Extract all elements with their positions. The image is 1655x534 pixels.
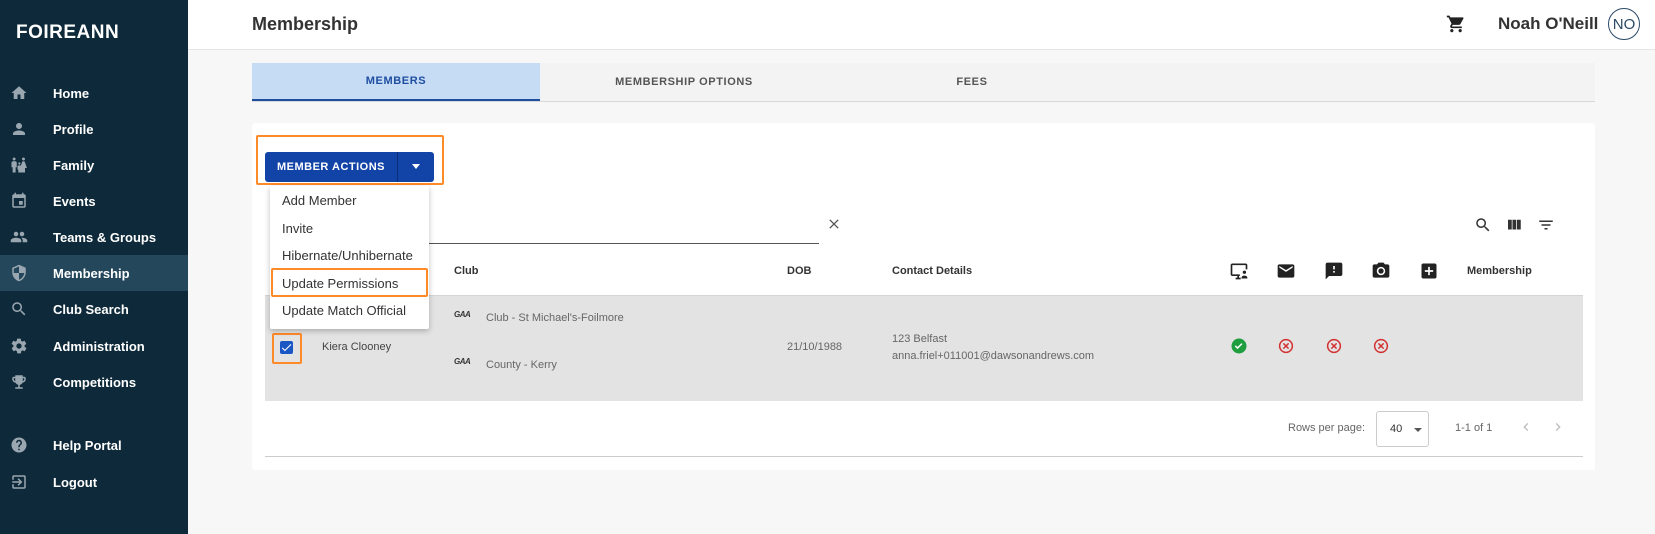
top-header: Membership Noah O'Neill NO [188, 0, 1655, 50]
county-name: County - Kerry [486, 359, 557, 371]
sidebar-item-teams-groups[interactable]: Teams & Groups [0, 219, 188, 255]
person-icon [13, 123, 25, 135]
trophy-icon [12, 375, 26, 389]
medical-icon [1421, 263, 1437, 279]
sidebar-item-label: Administration [53, 338, 145, 354]
check-circle-icon [1231, 338, 1247, 354]
sidebar-item-label: Events [53, 193, 96, 209]
app-logo: FOIREANN [16, 22, 120, 43]
check-icon [281, 344, 292, 352]
home-icon [11, 86, 27, 99]
help-icon [11, 437, 27, 453]
filter-icon[interactable] [1537, 216, 1555, 234]
rows-per-page-select[interactable]: 40 [1376, 411, 1429, 447]
tab-fees[interactable]: FEES [828, 63, 1116, 101]
sidebar-item-help-portal[interactable]: Help Portal [0, 427, 188, 463]
column-header-contact[interactable]: Contact Details [892, 265, 972, 277]
membership-tabs: MEMBERS MEMBERSHIP OPTIONS FEES [252, 63, 1595, 102]
divider [265, 456, 1583, 457]
page-title: Membership [252, 14, 359, 34]
family-icon [11, 157, 27, 173]
sidebar-item-label: Membership [53, 265, 130, 281]
sidebar-item-label: Home [53, 85, 90, 101]
user-name[interactable]: Noah O'Neill [1498, 14, 1598, 34]
cancel-circle-icon [1326, 338, 1342, 354]
column-header-dob[interactable]: DOB [787, 265, 811, 277]
tab-membership-options[interactable]: MEMBERSHIP OPTIONS [540, 63, 828, 101]
sidebar-item-logout[interactable]: Logout [0, 464, 188, 500]
sidebar-item-label: Help Portal [53, 437, 122, 453]
menu-item-invite[interactable]: Invite [282, 221, 313, 236]
member-dob: 21/10/1988 [787, 341, 843, 353]
member-name[interactable]: Kiera Clooney [322, 341, 391, 353]
member-actions-dropdown-toggle[interactable] [398, 152, 434, 182]
row-checkbox[interactable] [280, 341, 293, 354]
rows-per-page-label: Rows per page: [1288, 422, 1366, 434]
close-icon[interactable] [826, 216, 842, 232]
mail-icon [1277, 264, 1295, 278]
logout-icon [12, 475, 26, 489]
chevron-down-icon [1414, 428, 1422, 432]
cancel-circle-icon [1373, 338, 1389, 354]
member-actions-menu: Add Member Invite Hibernate/Unhibernate … [270, 186, 429, 329]
chevron-left-icon[interactable] [1518, 419, 1534, 435]
sidebar-item-administration[interactable]: Administration [0, 328, 188, 364]
sidebar-item-club-search[interactable]: Club Search [0, 291, 188, 327]
alert-icon [1325, 262, 1343, 280]
columns-icon[interactable] [1505, 216, 1523, 234]
member-actions-button[interactable]: MEMBER ACTIONS [265, 152, 434, 182]
club-name: Club - St Michael's-Foilmore [486, 312, 624, 324]
sidebar-item-label: Profile [53, 121, 94, 137]
column-header-membership[interactable]: Membership [1467, 265, 1532, 277]
chevron-right-icon[interactable] [1550, 419, 1566, 435]
member-address: 123 Belfast [892, 333, 948, 345]
menu-item-hibernate[interactable]: Hibernate/Unhibernate [282, 248, 413, 263]
camera-icon [1372, 262, 1390, 278]
caret-down-icon [412, 164, 420, 169]
shield-icon [12, 264, 26, 282]
sidebar: FOIREANN Home Profile Family Events Team… [0, 0, 188, 534]
pagination-range: 1-1 of 1 [1455, 422, 1493, 434]
search-icon[interactable] [1474, 216, 1492, 234]
sidebar-item-home[interactable]: Home [0, 75, 188, 111]
sidebar-item-competitions[interactable]: Competitions [0, 364, 188, 400]
cancel-circle-icon [1278, 338, 1294, 354]
menu-item-update-match-official[interactable]: Update Match Official [282, 303, 406, 318]
sidebar-item-family[interactable]: Family [0, 147, 188, 183]
sidebar-item-membership[interactable]: Membership [0, 255, 188, 291]
gaa-logo: GAA [454, 357, 471, 366]
menu-item-add-member[interactable]: Add Member [282, 193, 356, 208]
search-input[interactable] [428, 205, 819, 244]
sidebar-item-profile[interactable]: Profile [0, 111, 188, 147]
calendar-icon [12, 192, 26, 208]
sidebar-item-label: Teams & Groups [53, 229, 157, 245]
column-header-club[interactable]: Club [454, 265, 478, 277]
gear-icon [11, 338, 27, 354]
cart-icon[interactable] [1446, 14, 1466, 34]
monitor-person-icon [1230, 263, 1248, 280]
sidebar-item-label: Family [53, 157, 95, 173]
rows-per-page-value: 40 [1390, 423, 1403, 435]
sidebar-item-label: Logout [53, 474, 98, 490]
sidebar-item-label: Club Search [53, 301, 129, 317]
avatar[interactable]: NO [1608, 8, 1640, 40]
member-email: anna.friel+011001@dawsonandrews.com [892, 350, 1095, 362]
sidebar-item-events[interactable]: Events [0, 183, 188, 219]
sidebar-item-label: Competitions [53, 374, 137, 390]
group-icon [10, 231, 28, 243]
menu-item-update-permissions[interactable]: Update Permissions [282, 276, 398, 291]
tab-members[interactable]: MEMBERS [252, 63, 540, 101]
gaa-logo: GAA [454, 310, 471, 319]
search-icon [12, 302, 26, 316]
member-actions-label[interactable]: MEMBER ACTIONS [265, 152, 398, 182]
